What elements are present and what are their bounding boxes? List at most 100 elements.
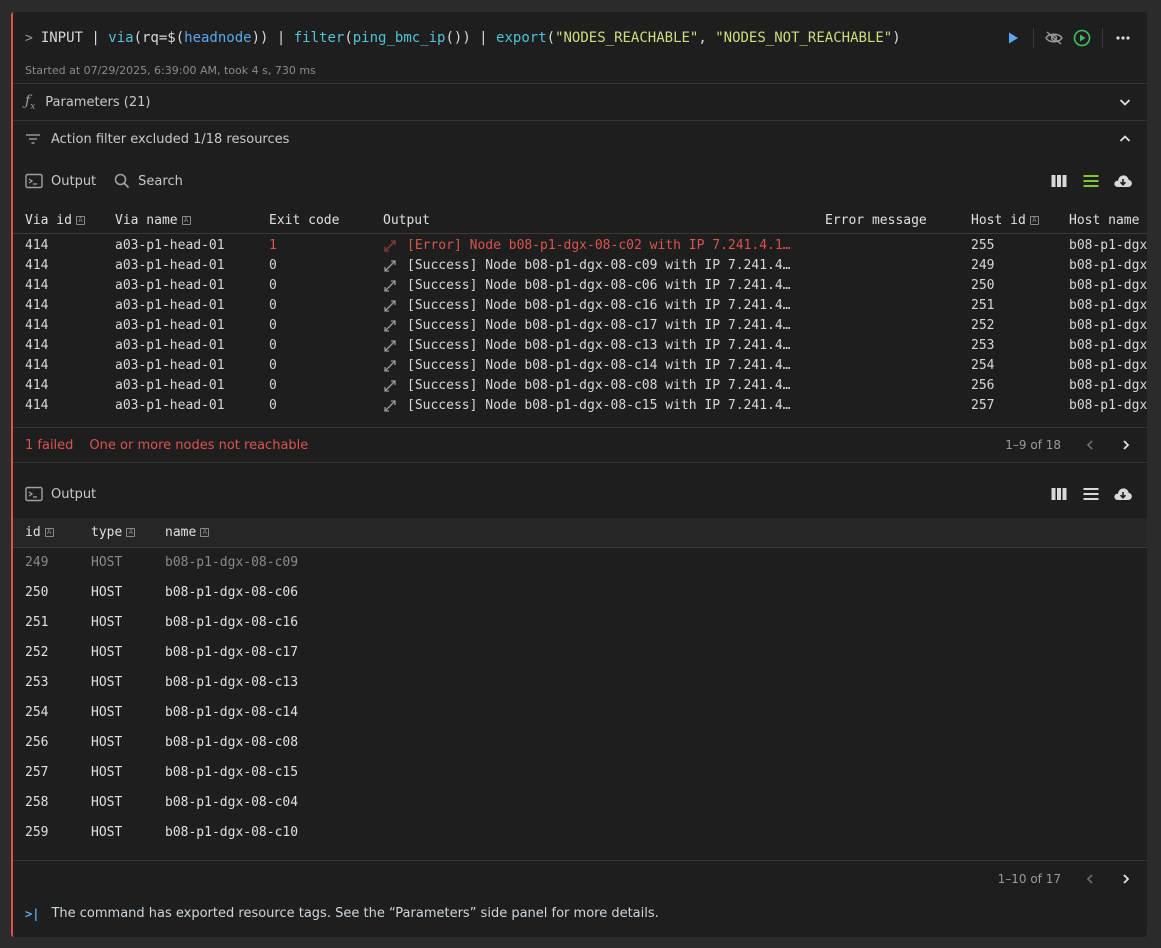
- table-row[interactable]: 258 HOST b08-p1-dgx-08-c04: [13, 788, 1147, 818]
- output-toolbar: Output Search: [13, 166, 1147, 196]
- columns-icon: [1051, 175, 1067, 187]
- table-row[interactable]: 414 a03-p1-head-01 0 [Success] Node b08-p1-…: [13, 336, 1147, 356]
- pager-range: 1–9 of 18: [1005, 438, 1061, 452]
- output-toolbar-2: Output: [13, 479, 1147, 509]
- col-type[interactable]: type A: [91, 525, 136, 540]
- cell-exit: 0: [269, 298, 277, 313]
- cell-exit: 0: [269, 338, 277, 353]
- cell-id: 256: [25, 735, 49, 750]
- expand-icon[interactable]: [383, 299, 397, 313]
- command-token: ,: [698, 30, 716, 46]
- cell-host-name: b08-p1-dgx: [1069, 398, 1147, 413]
- table-row[interactable]: 414 a03-p1-head-01 0 [Success] Node b08-p1-…: [13, 396, 1147, 416]
- cell-via-name: a03-p1-head-01: [115, 278, 225, 293]
- col-host-name[interactable]: Host name: [1069, 213, 1147, 228]
- cell-id: 258: [25, 795, 49, 810]
- cell-output: [Success] Node b08-p1-dgx-08-c15 with IP…: [407, 398, 791, 413]
- cell-host-name: b08-p1-dgx: [1069, 278, 1147, 293]
- col-via-name[interactable]: Via name A: [115, 213, 191, 228]
- list-view-button[interactable]: [1079, 169, 1103, 193]
- cell-id: 257: [25, 765, 49, 780]
- table-row[interactable]: 252 HOST b08-p1-dgx-08-c17: [13, 638, 1147, 668]
- table-row[interactable]: 414 a03-p1-head-01 0 [Success] Node b08-p1-…: [13, 256, 1147, 276]
- download-button[interactable]: [1111, 169, 1135, 193]
- table-row[interactable]: 414 a03-p1-head-01 0 [Success] Node b08-p1-…: [13, 276, 1147, 296]
- table-row[interactable]: 256 HOST b08-p1-dgx-08-c08: [13, 728, 1147, 758]
- table-row[interactable]: 250 HOST b08-p1-dgx-08-c06: [13, 578, 1147, 608]
- cell-type: HOST: [91, 585, 123, 600]
- table-row[interactable]: 257 HOST b08-p1-dgx-08-c15: [13, 758, 1147, 788]
- cell-type: HOST: [91, 735, 123, 750]
- failed-count: 1 failed: [25, 437, 74, 453]
- expand-icon[interactable]: [383, 259, 397, 273]
- chevron-right-icon[interactable]: [1119, 438, 1133, 452]
- cell-host-name: b08-p1-dgx: [1069, 318, 1147, 333]
- panel-toggle-icon[interactable]: >|: [25, 907, 39, 921]
- cell-id: 249: [25, 555, 49, 570]
- run-continue-button[interactable]: [1068, 26, 1096, 50]
- table-row[interactable]: 414 a03-p1-head-01 0 [Success] Node b08-p1-…: [13, 376, 1147, 396]
- cell-name: b08-p1-dgx-08-c15: [165, 765, 299, 780]
- chevron-left-icon[interactable]: [1083, 438, 1097, 452]
- terminal-icon: [25, 173, 43, 189]
- expand-icon[interactable]: [383, 319, 397, 333]
- col-name[interactable]: name A: [165, 525, 210, 540]
- chevron-up-icon: [1119, 135, 1131, 142]
- results-table-body: 414 a03-p1-head-01 1 [Error] Node b08-p1-dg…: [13, 236, 1147, 416]
- cell-host-id: 249: [971, 258, 995, 273]
- cell-via-id: 414: [25, 358, 49, 373]
- command-line[interactable]: > INPUT | via(rq=$(headnode)) | filter(p…: [25, 27, 901, 49]
- table-row[interactable]: 414 a03-p1-head-01 0 [Success] Node b08-p1-…: [13, 316, 1147, 336]
- chevron-left-icon[interactable]: [1083, 872, 1097, 886]
- parameters-row[interactable]: ƒx Parameters (21): [13, 83, 1147, 120]
- command-token: via: [108, 30, 134, 46]
- more-button[interactable]: [1109, 26, 1137, 50]
- cell-output: [Success] Node b08-p1-dgx-08-c13 with IP…: [407, 338, 791, 353]
- cell-via-id: 414: [25, 238, 49, 253]
- cell-type: HOST: [91, 645, 123, 660]
- download-button[interactable]: [1111, 482, 1135, 506]
- action-filter-row[interactable]: Action filter excluded 1/18 resources: [13, 120, 1147, 157]
- table-row[interactable]: 414 a03-p1-head-01 1 [Error] Node b08-p1-dg…: [13, 236, 1147, 256]
- table-row[interactable]: 251 HOST b08-p1-dgx-08-c16: [13, 608, 1147, 638]
- cell-name: b08-p1-dgx-08-c14: [165, 705, 299, 720]
- table-row[interactable]: 249 HOST b08-p1-dgx-08-c09: [13, 548, 1147, 578]
- cell-via-name: a03-p1-head-01: [115, 378, 225, 393]
- expand-icon[interactable]: [383, 379, 397, 393]
- cell-via-id: 414: [25, 298, 49, 313]
- list-view-button[interactable]: [1079, 482, 1103, 506]
- table-row[interactable]: 254 HOST b08-p1-dgx-08-c14: [13, 698, 1147, 728]
- chevron-right-icon[interactable]: [1119, 872, 1133, 886]
- col-error-message[interactable]: Error message: [825, 213, 927, 228]
- results-table: Via id A Via name A Exit code Output Error…: [13, 208, 1147, 416]
- table-row[interactable]: 414 a03-p1-head-01 0 [Success] Node b08-p1-…: [13, 296, 1147, 316]
- cell-id: 259: [25, 825, 49, 840]
- cell-output: [Success] Node b08-p1-dgx-08-c08 with IP…: [407, 378, 791, 393]
- col-output[interactable]: Output: [383, 213, 430, 228]
- expand-icon[interactable]: [383, 399, 397, 413]
- eye-off-icon: [1045, 31, 1063, 45]
- cell-output: [Success] Node b08-p1-dgx-08-c17 with IP…: [407, 318, 791, 333]
- hide-output-button[interactable]: [1040, 26, 1068, 50]
- command-token: INPUT |: [40, 30, 109, 46]
- col-via-id[interactable]: Via id A: [25, 213, 85, 228]
- col-exit-code[interactable]: Exit code: [269, 213, 339, 228]
- expand-icon[interactable]: [383, 359, 397, 373]
- expand-icon[interactable]: [383, 239, 397, 253]
- cell-via-id: 414: [25, 338, 49, 353]
- table-row[interactable]: 259 HOST b08-p1-dgx-08-c10: [13, 818, 1147, 848]
- table-row[interactable]: 414 a03-p1-head-01 0 [Success] Node b08-p1-…: [13, 356, 1147, 376]
- sort-icon: A: [181, 216, 191, 225]
- col-host-id[interactable]: Host id A: [971, 213, 1039, 228]
- col-id[interactable]: id A: [25, 525, 54, 540]
- command-token: (: [344, 30, 353, 46]
- columns-view-button[interactable]: [1047, 169, 1071, 193]
- expand-icon[interactable]: [383, 279, 397, 293]
- output-tab[interactable]: Output: [51, 174, 96, 189]
- expand-icon[interactable]: [383, 339, 397, 353]
- output-tab-2[interactable]: Output: [51, 487, 96, 502]
- table-row[interactable]: 253 HOST b08-p1-dgx-08-c13: [13, 668, 1147, 698]
- columns-view-button[interactable]: [1047, 482, 1071, 506]
- run-button[interactable]: [999, 26, 1027, 50]
- search-input[interactable]: Search: [138, 174, 183, 189]
